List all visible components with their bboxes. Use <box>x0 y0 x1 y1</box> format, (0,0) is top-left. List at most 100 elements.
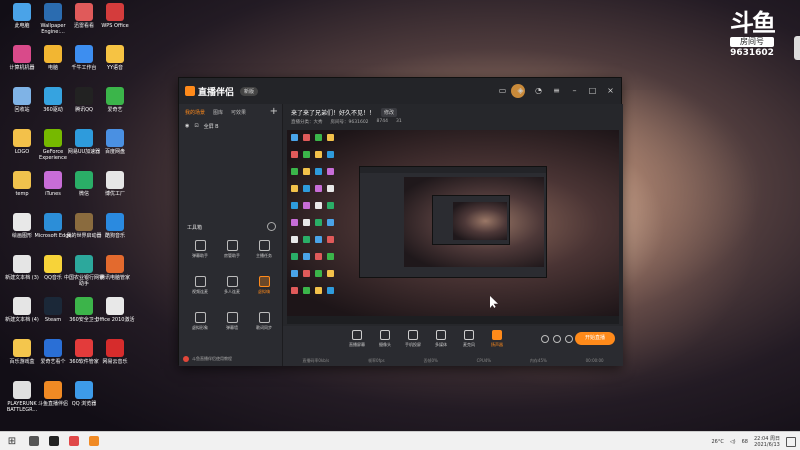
desktop-icon[interactable]: Office 2010激活 <box>95 297 135 323</box>
minimize-icon[interactable]: – <box>570 86 579 95</box>
source-button[interactable]: 手机投屏 <box>399 330 427 348</box>
tool-button[interactable]: 主播任务 <box>251 240 277 259</box>
stream-preview[interactable] <box>287 130 619 316</box>
douyu-taskbar-icon[interactable] <box>85 434 103 448</box>
desktop-icon-label: YY语音 <box>106 65 124 71</box>
edit-title-button[interactable]: 修改 <box>381 108 398 117</box>
windows-logo-icon[interactable]: ⊞ <box>0 432 24 450</box>
desktop-icon[interactable]: 腾讯电脑管家 <box>95 255 135 281</box>
menu-icon[interactable]: ≡ <box>552 86 561 95</box>
preview-icon <box>291 287 298 294</box>
system-tray: 26°C ◁) 68 22:04 周日 2021/6/13 <box>711 432 796 450</box>
add-scene-icon[interactable]: + <box>270 106 278 117</box>
qq-icon[interactable] <box>45 434 63 448</box>
eye-toggle-icon[interactable] <box>553 335 561 343</box>
gift-icon[interactable]: ◈ <box>516 86 525 95</box>
tool-button[interactable]: 虚拟嗨 <box>251 276 277 295</box>
app-icon <box>106 339 124 357</box>
tutorial-icon <box>183 356 189 362</box>
tool-label: 多人连麦 <box>224 289 240 294</box>
weather-label[interactable]: 26°C <box>711 439 723 445</box>
bell-icon[interactable]: ◔ <box>534 86 543 95</box>
recorder-icon[interactable] <box>65 434 83 448</box>
tool-button[interactable]: 弹幕墙 <box>219 312 245 331</box>
message-icon[interactable]: ▭ <box>498 86 507 95</box>
preview-icon <box>291 185 298 192</box>
desktop-icon-grid: 此电脑 Wallpaper Engine:... 迅雷看看 WPS Office 计算机… <box>0 0 134 430</box>
desktop-icon[interactable]: 酷狗音乐 <box>95 213 135 239</box>
preview-icon <box>327 185 334 192</box>
close-icon[interactable]: × <box>606 86 615 95</box>
tool-button[interactable]: 多人连麦 <box>219 276 245 295</box>
status-item: 丢帧0% <box>423 358 438 363</box>
side-panel-toggle[interactable] <box>794 36 800 60</box>
preview-icon <box>315 168 322 175</box>
tutorial-link[interactable]: 斗鱼直播伴侣使用教程 <box>183 356 232 362</box>
volume-icon[interactable]: ◁) <box>730 439 736 445</box>
clock[interactable]: 22:04 周日 2021/6/13 <box>754 436 780 448</box>
preview-icon <box>291 270 298 277</box>
start-stream-button[interactable]: 开始直播 <box>575 332 615 345</box>
notification-icon[interactable] <box>786 436 796 447</box>
app-icon <box>75 213 93 231</box>
app-icon <box>44 381 62 399</box>
preview-icon <box>315 134 322 141</box>
desktop-icon[interactable]: 百度网盘 <box>95 129 135 155</box>
tab-effects[interactable]: 可效果 <box>231 109 246 116</box>
desktop-icon[interactable]: 博优工厂 <box>95 171 135 197</box>
status-row: 直播码率0kb/s 帧率0fps 丢帧0% CPU4% 内存45% 00:00:00 <box>283 358 623 364</box>
app-icon <box>106 3 124 21</box>
task-view-icon[interactable] <box>25 434 43 448</box>
tool-icon <box>226 240 238 251</box>
desktop-icon[interactable]: 爱奇艺 <box>95 87 135 113</box>
status-item: 00:00:00 <box>585 358 604 363</box>
stream-title: 来了来了兄弟们！好久不见！！ <box>291 110 376 117</box>
preview-icon <box>315 185 322 192</box>
maximize-icon[interactable]: □ <box>588 86 597 95</box>
desktop-icon[interactable]: QQ 浏览器 <box>64 381 104 407</box>
tab-my-scenes[interactable]: 我的场景 <box>185 109 205 116</box>
tool-icon <box>194 312 206 323</box>
tool-button[interactable]: 房管助手 <box>219 240 245 259</box>
settings-icon[interactable] <box>565 335 573 343</box>
scene-item[interactable]: ◉ ⊡ 全屏 B <box>179 121 282 132</box>
taskbar: ⊞ 26°C ◁) 68 22:04 周日 2021/6/13 <box>0 431 800 450</box>
source-button[interactable]: 麦克风 <box>455 330 483 348</box>
app-icon <box>44 129 62 147</box>
tool-button[interactable]: 视频连麦 <box>187 276 213 295</box>
desktop-icon[interactable]: YY语音 <box>95 45 135 71</box>
app-logo: 直播伴侣 <box>185 85 234 98</box>
version-pill[interactable]: 新版 <box>240 86 259 96</box>
tool-icon <box>226 312 238 323</box>
desktop-icon[interactable]: 网易云音乐 <box>95 339 135 365</box>
status-item: 帧率0fps <box>368 358 385 363</box>
tool-button[interactable]: 歌词同步 <box>251 312 277 331</box>
preview-icon <box>327 134 334 141</box>
preview-icon <box>303 219 310 226</box>
source-button[interactable]: 直播屏幕 <box>343 330 371 348</box>
status-item: 直播码率0kb/s <box>302 358 330 363</box>
desktop-icon[interactable]: WPS Office <box>95 3 135 29</box>
record-icon[interactable] <box>541 335 549 343</box>
preview-icon <box>327 236 334 243</box>
preview-icon <box>303 185 310 192</box>
app-icon <box>13 297 31 315</box>
source-button[interactable]: 扬声器 <box>483 330 511 348</box>
preview-icon <box>291 151 298 158</box>
tool-icon <box>226 276 238 287</box>
preview-icon <box>327 219 334 226</box>
preview-icon <box>291 236 298 243</box>
app-icon <box>13 213 31 231</box>
lock-icon[interactable]: ⊡ <box>194 123 198 130</box>
nested-app-window-2 <box>432 195 510 245</box>
app-titlebar: 直播伴侣 新版 ▭ ◈ ◔ ≡ – □ × <box>179 78 621 104</box>
tab-gallery[interactable]: 图库 <box>213 109 223 116</box>
main-panel: 来了来了兄弟们！好久不见！！ 修改 直播分类：大秀 房间号：9631602 87… <box>283 104 623 366</box>
tool-button[interactable]: 虚拟形象 <box>187 312 213 331</box>
eye-icon[interactable]: ◉ <box>185 123 189 130</box>
help-icon[interactable] <box>267 222 276 231</box>
source-button[interactable]: 摄像头 <box>371 330 399 348</box>
source-button[interactable]: 多媒体 <box>427 330 455 348</box>
source-icon <box>436 330 446 340</box>
tool-button[interactable]: 弹幕助手 <box>187 240 213 259</box>
